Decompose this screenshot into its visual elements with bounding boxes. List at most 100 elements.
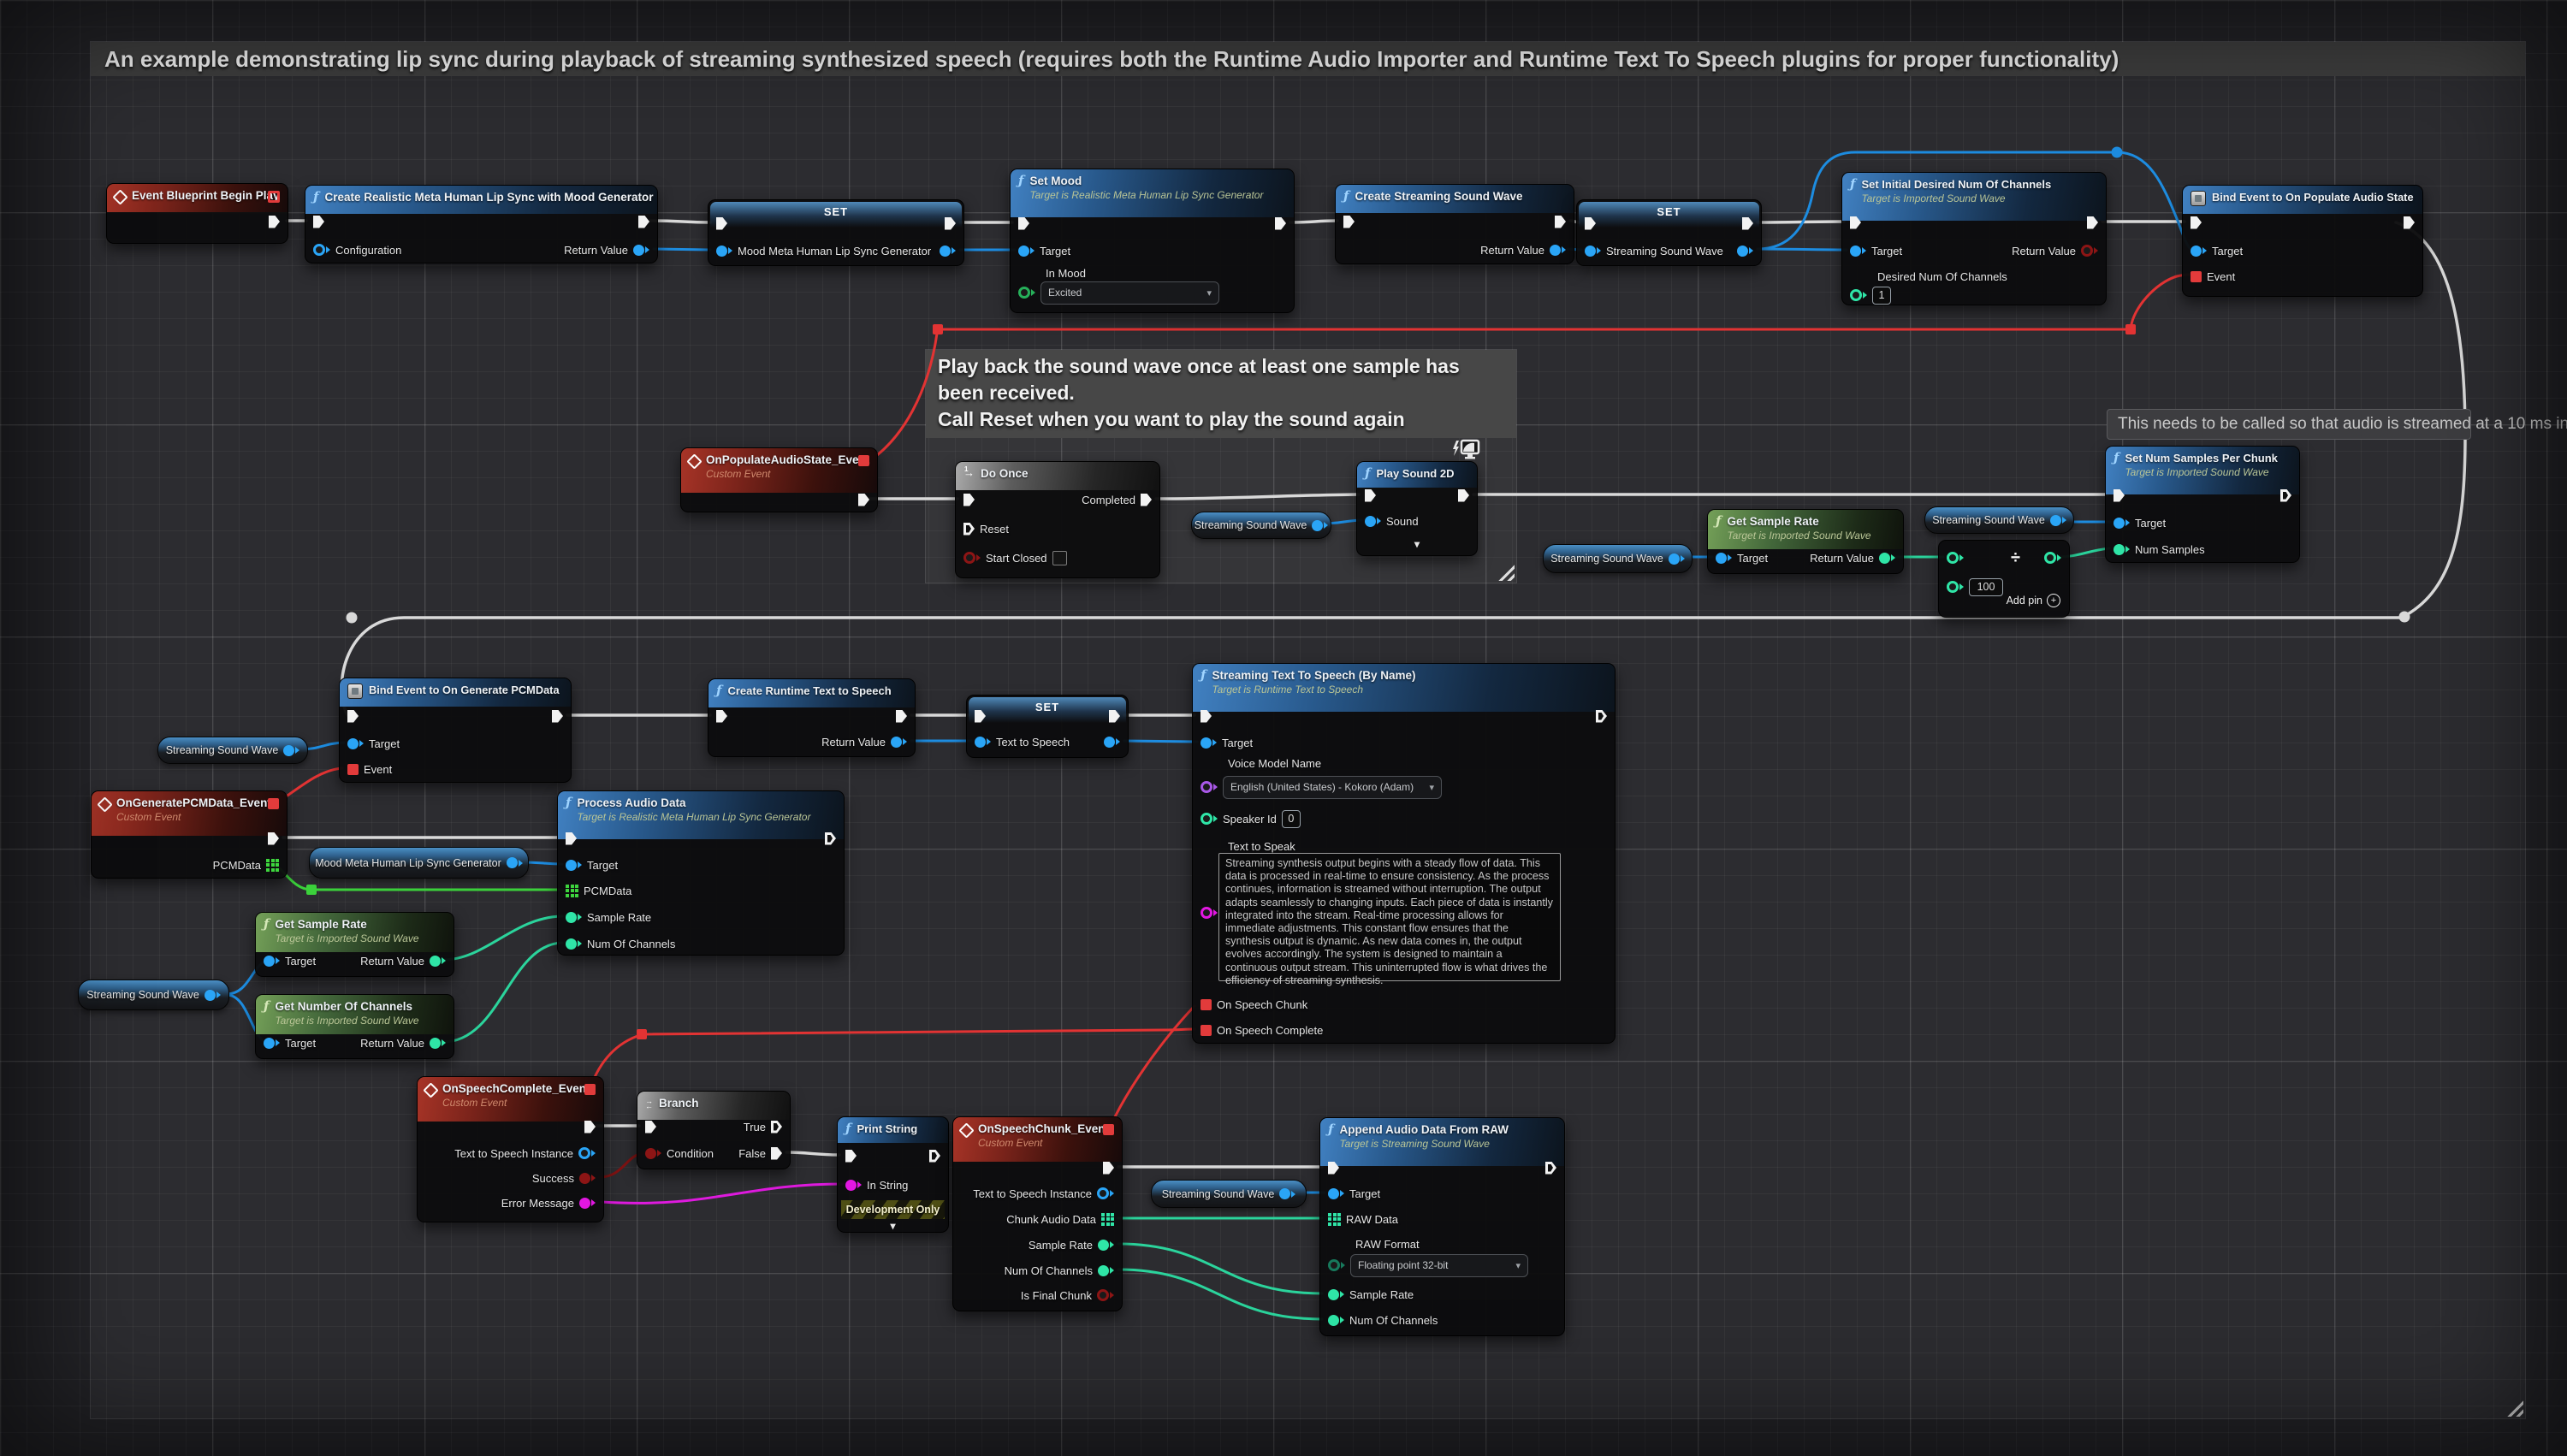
get-sample-rate-top-return-value-r-pin[interactable]: [1879, 553, 1895, 564]
process-audio-data-sample-rate-l-pin[interactable]: [566, 912, 582, 923]
pill-streaming-d[interactable]: Streaming Sound Wave: [157, 737, 308, 764]
pill-streaming-a-out-pin[interactable]: [1312, 520, 1328, 531]
print-string-exec-r-pin[interactable]: [929, 1150, 940, 1163]
streaming-text-to-speech-by-name-exec-dropdown[interactable]: English (United States) - Kokoro (Adam)▾: [1223, 776, 1442, 799]
set-mood[interactable]: ƒSet MoodTarget is Realistic Meta Human …: [1010, 169, 1295, 313]
set-streaming-sound-wave-var-exec-r-pin[interactable]: [1737, 246, 1753, 257]
do-once-start-closed-l-pin[interactable]: [963, 552, 981, 564]
print-string-in-string-l-pin[interactable]: [845, 1180, 862, 1191]
create-realistic-lipsync-return-value-r-pin[interactable]: [633, 245, 649, 256]
set-num-samples-per-chunk-exec-l-pin[interactable]: [2113, 489, 2125, 502]
do-once-exec-l-pin[interactable]: [963, 494, 975, 506]
divide-node-exec-r-pin[interactable]: [2044, 552, 2061, 564]
branch-true-r-pin[interactable]: [771, 1121, 782, 1133]
pill-streaming-a[interactable]: Streaming Sound Wave: [1191, 512, 1331, 539]
set-mood-target-l-pin[interactable]: [1018, 246, 1035, 257]
event-begin-play-exec-r-pin[interactable]: [269, 216, 280, 228]
get-number-of-channels[interactable]: ƒGet Number Of ChannelsTarget is Importe…: [255, 994, 454, 1059]
play-sound-2d-exec-l-pin[interactable]: [1365, 489, 1376, 502]
create-streaming-sound-wave-exec-r-pin[interactable]: [1555, 216, 1566, 228]
bind-event-on-generate-pcmdata-event-l-pin[interactable]: [347, 764, 359, 775]
bind-event-on-generate-pcmdata-exec-l-pin[interactable]: [347, 710, 359, 723]
process-audio-data-exec-r-pin[interactable]: [825, 832, 836, 845]
do-once[interactable]: 1→Do OnceCompletedResetStart Closed: [955, 461, 1160, 578]
divide-node-exec-input[interactable]: 100: [1969, 578, 2003, 596]
onspeechchunk-event-delegate-pin[interactable]: [1103, 1124, 1114, 1135]
set-mood-exec-l-pin[interactable]: [1018, 287, 1035, 299]
ongeneratepcmdata-event-delegate-pin[interactable]: [268, 798, 279, 809]
bind-event-on-generate-pcmdata-target-l-pin[interactable]: [347, 738, 364, 749]
play-sound-2d-exec-r-pin[interactable]: [1458, 489, 1469, 502]
onspeechchunk-event-sample-rate-r-pin[interactable]: [1098, 1240, 1114, 1251]
onspeechcomplete-event-exec-r-pin[interactable]: [584, 1121, 596, 1133]
set-num-samples-per-chunk-num-samples-l-pin[interactable]: [2113, 544, 2130, 555]
play-sound-2d-sound-l-pin[interactable]: [1365, 516, 1381, 527]
create-realistic-lipsync-configuration-l-pin[interactable]: [313, 244, 330, 256]
set-streaming-sound-wave-var-exec-l-pin[interactable]: [1585, 217, 1596, 230]
bind-event-on-generate-pcmdata-exec-r-pin[interactable]: [552, 710, 563, 723]
create-realistic-lipsync-exec-l-pin[interactable]: [313, 216, 324, 228]
streaming-text-to-speech-by-name-exec-l-pin[interactable]: [1201, 710, 1212, 723]
create-runtime-text-to-speech[interactable]: ƒCreate Runtime Text to SpeechReturn Val…: [708, 678, 916, 757]
set-mood-generator-var-exec-r-pin[interactable]: [940, 246, 956, 257]
pill-mood-generator-out-pin[interactable]: [507, 857, 523, 868]
process-audio-data-exec-l-pin[interactable]: [566, 832, 577, 845]
reroute-node-6[interactable]: [306, 885, 317, 895]
reroute-node-5[interactable]: [637, 1029, 647, 1039]
streaming-text-to-speech-by-name-text-to-speak-textarea[interactable]: Streaming synthesis output begins with a…: [1218, 853, 1561, 981]
ongeneratepcmdata-event-pcmdata-r-pin[interactable]: [266, 859, 279, 872]
ongeneratepcmdata-event[interactable]: OnGeneratePCMData_EventCustom EventPCMDa…: [91, 790, 288, 879]
onpopulateaudiostate-event[interactable]: OnPopulateAudioState_EventCustom Event: [680, 447, 878, 512]
set-mood-generator-var[interactable]: SETMood Meta Human Lip Sync Generator: [708, 199, 964, 266]
append-audio-data-from-raw-raw-data-l-pin[interactable]: [1328, 1213, 1341, 1226]
streaming-text-to-speech-by-name-exec-l-pin[interactable]: [1201, 907, 1218, 919]
onspeechcomplete-event-delegate-pin[interactable]: [584, 1084, 596, 1095]
set-initial-desired-num-channels-exec-r-pin[interactable]: [2087, 216, 2098, 229]
do-once-completed-r-pin[interactable]: [1141, 494, 1152, 506]
do-once-reset-l-pin[interactable]: [963, 523, 975, 536]
do-once-start-closed-checkbox[interactable]: [1052, 551, 1067, 565]
pill-mood-generator[interactable]: Mood Meta Human Lip Sync Generator: [309, 847, 529, 879]
set-text-to-speech-var-exec-l-pin[interactable]: [975, 710, 986, 723]
set-text-to-speech-var-exec-r-pin[interactable]: [1109, 710, 1120, 723]
onspeechchunk-event-num-of-channels-r-pin[interactable]: [1098, 1265, 1114, 1276]
pill-streaming-b-out-pin[interactable]: [1669, 553, 1685, 565]
set-num-samples-per-chunk-target-l-pin[interactable]: [2113, 518, 2130, 529]
note-bubble[interactable]: This needs to be called so that audio is…: [2107, 409, 2471, 440]
pill-streaming-e[interactable]: Streaming Sound Wave: [78, 980, 229, 1010]
process-audio-data[interactable]: ƒProcess Audio DataTarget is Realistic M…: [557, 790, 845, 956]
pill-streaming-f-out-pin[interactable]: [1279, 1188, 1295, 1199]
set-initial-desired-num-channels-exec-input[interactable]: 1: [1872, 287, 1891, 305]
event-begin-play-delegate-pin[interactable]: [268, 191, 280, 203]
streaming-text-to-speech-by-name-target-l-pin[interactable]: [1201, 737, 1217, 749]
set-mood-generator-var-exec-r-pin[interactable]: [945, 217, 956, 230]
streaming-text-to-speech-by-name-speaker-id-input[interactable]: 0: [1282, 810, 1301, 828]
set-text-to-speech-var[interactable]: SETText to Speech: [966, 695, 1129, 758]
branch-condition-l-pin[interactable]: [645, 1148, 661, 1159]
reroute-node-0[interactable]: [347, 613, 358, 624]
pill-streaming-b[interactable]: Streaming Sound Wave: [1543, 544, 1693, 573]
create-realistic-lipsync-exec-r-pin[interactable]: [638, 216, 649, 228]
create-runtime-text-to-speech-exec-l-pin[interactable]: [716, 710, 727, 723]
ongeneratepcmdata-event-exec-r-pin[interactable]: [268, 832, 279, 845]
create-streaming-sound-wave[interactable]: ƒCreate Streaming Sound WaveReturn Value: [1335, 184, 1574, 264]
get-number-of-channels-return-value-r-pin[interactable]: [430, 1038, 446, 1049]
set-mood-generator-var-mood-meta-human-lip-sync-generator-l-pin[interactable]: [716, 246, 732, 257]
streaming-text-to-speech-by-name-on-speech-complete-l-pin[interactable]: [1201, 1025, 1212, 1036]
print-string-expand-chevron[interactable]: ▾: [838, 1221, 948, 1231]
divide-node-exec-l-pin[interactable]: [1947, 581, 1964, 593]
set-mood-exec-r-pin[interactable]: [1275, 217, 1286, 230]
reroute-node-4[interactable]: [2125, 324, 2136, 334]
set-initial-desired-num-channels-exec-l-pin[interactable]: [1850, 289, 1867, 301]
reroute-node-3[interactable]: [933, 324, 943, 334]
bind-event-on-populate-audio-state-exec-l-pin[interactable]: [2191, 216, 2202, 229]
divide-node[interactable]: 100÷Add pin+: [1938, 540, 2070, 618]
get-sample-rate-lower[interactable]: ƒGet Sample RateTarget is Imported Sound…: [255, 912, 454, 977]
create-runtime-text-to-speech-return-value-r-pin[interactable]: [891, 737, 907, 748]
append-audio-data-from-raw-exec-l-pin[interactable]: [1328, 1259, 1345, 1271]
branch[interactable]: →←BranchTrueConditionFalse: [637, 1091, 791, 1169]
get-sample-rate-lower-target-l-pin[interactable]: [264, 956, 280, 967]
get-sample-rate-top[interactable]: ƒGet Sample RateTarget is Imported Sound…: [1707, 509, 1904, 574]
create-streaming-sound-wave-exec-l-pin[interactable]: [1343, 216, 1355, 228]
set-streaming-sound-wave-var-streaming-sound-wave-l-pin[interactable]: [1585, 246, 1601, 257]
